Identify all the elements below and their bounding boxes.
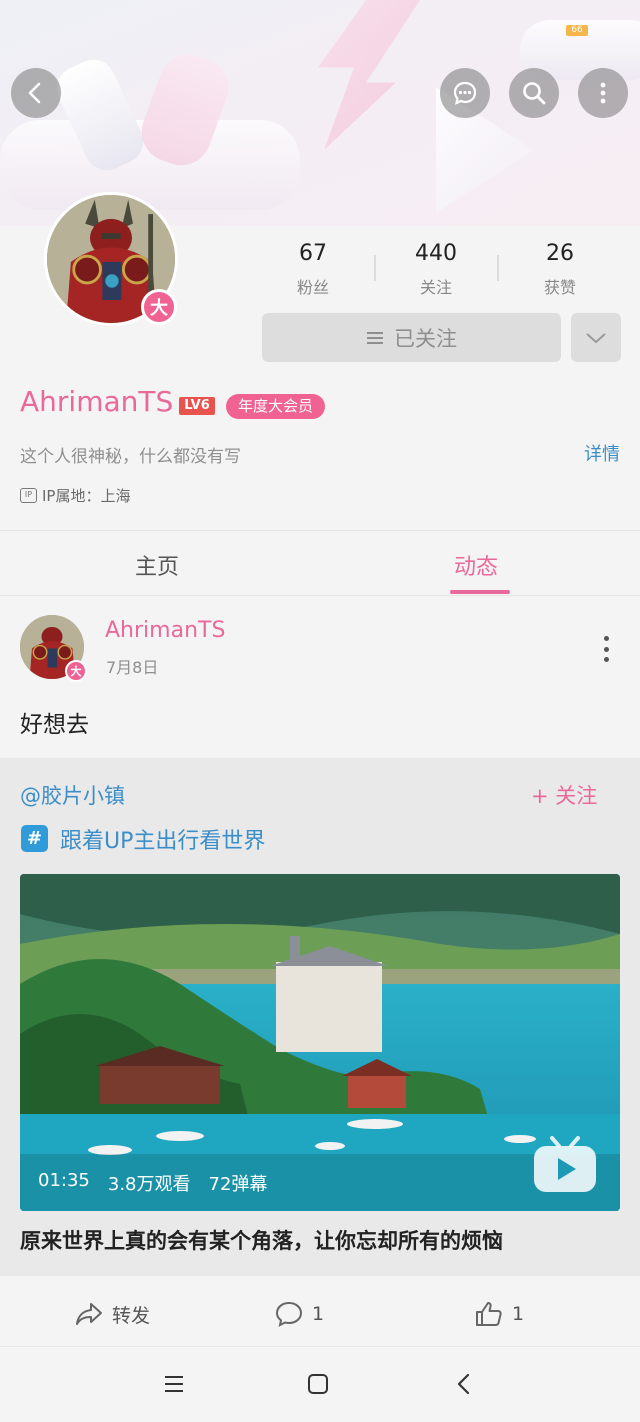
thumbs-up-icon <box>476 1302 502 1326</box>
system-back-button[interactable] <box>452 1372 476 1396</box>
more-vertical-icon <box>600 82 606 104</box>
followed-button[interactable]: 已关注 <box>262 313 561 362</box>
battery-indicator: 66 <box>566 25 588 36</box>
stat-value: 67 <box>299 241 327 266</box>
tab-dynamics[interactable]: 动态 <box>454 549 498 581</box>
stat-divider <box>497 255 499 281</box>
forward-button[interactable]: 转发 <box>74 1300 150 1328</box>
follow-author-button[interactable]: + 关注 <box>531 780 597 810</box>
detail-link[interactable]: 详情 <box>584 440 620 466</box>
ip-location: IP IP属地：上海 <box>20 485 130 506</box>
home-button[interactable] <box>306 1372 330 1396</box>
post-date: 7月8日 <box>106 658 159 677</box>
follow-options-button[interactable] <box>571 313 621 362</box>
stat-label: 获赞 <box>543 278 576 297</box>
more-button[interactable] <box>578 68 628 118</box>
post-card <box>0 597 640 757</box>
stat-likes[interactable]: 26 获赞 <box>510 241 610 298</box>
annual-vip-badge[interactable]: 年度大会员 <box>226 394 326 419</box>
stat-value: 26 <box>546 241 574 266</box>
recent-apps-button[interactable] <box>162 1372 186 1396</box>
stat-following[interactable]: 440 关注 <box>386 241 486 298</box>
post-more-button[interactable] <box>596 636 616 662</box>
share-icon <box>76 1303 102 1325</box>
chevron-down-icon <box>586 332 606 343</box>
search-icon <box>523 82 546 105</box>
search-button[interactable] <box>509 68 559 118</box>
dot-icon <box>603 636 609 641</box>
chevron-left-icon <box>28 82 41 104</box>
back-button[interactable] <box>11 68 61 118</box>
video-views: 3.8万观看 <box>107 1174 191 1195</box>
comment-button[interactable]: 1 <box>274 1300 324 1328</box>
level-badge: LV6 <box>179 397 215 415</box>
menu-icon <box>165 1376 183 1392</box>
topic-link[interactable]: 跟着UP主出行看世界 <box>60 823 265 855</box>
stat-value: 440 <box>415 241 457 266</box>
bio-text: 这个人很神秘，什么都没有写 <box>20 447 241 467</box>
stat-label: 关注 <box>419 278 452 297</box>
like-button[interactable]: 1 <box>474 1300 524 1328</box>
post-text: 好想去 <box>20 712 89 738</box>
chevron-left-icon <box>457 1373 470 1395</box>
profile-username: AhrimanTS <box>20 385 174 418</box>
video-thumbnail[interactable] <box>20 874 620 1211</box>
video-danmaku: 72弹幕 <box>208 1174 268 1195</box>
chat-bubble-icon <box>453 81 477 105</box>
stat-followers[interactable]: 67 粉丝 <box>263 241 363 298</box>
dot-icon <box>603 657 609 662</box>
shared-author[interactable]: @胶片小镇 <box>20 780 125 810</box>
dot-icon <box>603 646 609 652</box>
ip-icon: IP <box>20 488 37 503</box>
comment-icon <box>275 1301 303 1327</box>
ip-location-label: IP属地：上海 <box>42 487 131 505</box>
profile-tabs: 主页 动态 <box>0 530 640 596</box>
menu-lines-icon <box>367 331 383 344</box>
message-button[interactable] <box>440 68 490 118</box>
square-icon <box>308 1374 328 1394</box>
active-tab-indicator <box>450 590 510 594</box>
vip-badge: 大 <box>141 289 177 325</box>
hashtag-icon: # <box>21 825 48 852</box>
forward-label: 转发 <box>112 1304 151 1327</box>
stat-divider <box>374 255 376 281</box>
followed-label: 已关注 <box>394 326 457 351</box>
video-title[interactable]: 原来世界上真的会有某个角落，让你忘却所有的烦恼 <box>20 1225 503 1255</box>
comment-count: 1 <box>312 1303 325 1325</box>
tab-home[interactable]: 主页 <box>135 549 179 581</box>
like-count: 1 <box>512 1303 525 1325</box>
play-icon[interactable] <box>532 1136 598 1194</box>
lake-scene-image <box>20 874 620 1211</box>
post-author[interactable]: AhrimanTS <box>105 618 225 643</box>
video-meta: 01:35 3.8万观看 72弹幕 <box>38 1170 267 1196</box>
video-duration: 01:35 <box>38 1170 90 1191</box>
vip-badge-small: 大 <box>65 660 87 682</box>
stat-label: 粉丝 <box>296 278 329 297</box>
